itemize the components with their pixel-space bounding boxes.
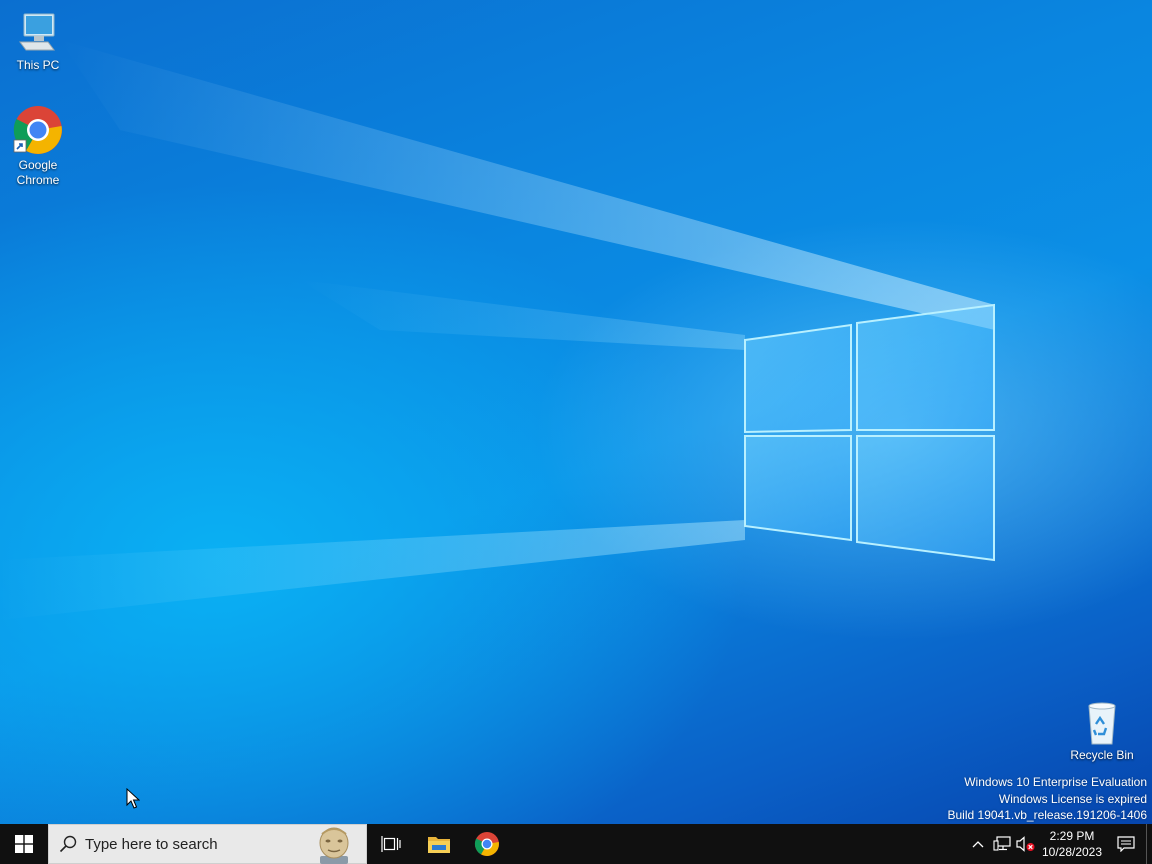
search-highlight-icon[interactable] xyxy=(314,826,354,864)
network-icon xyxy=(993,836,1011,851)
task-view-button[interactable] xyxy=(367,824,415,864)
watermark-edition: Windows 10 Enterprise Evaluation xyxy=(964,775,1147,789)
start-button[interactable] xyxy=(0,824,48,864)
this-pc-icon xyxy=(19,13,55,51)
recycle-bin-icon xyxy=(1088,702,1116,745)
network-button[interactable] xyxy=(990,824,1014,864)
clock-time: 2:29 PM xyxy=(1049,829,1095,843)
desktop-icon-label: This PC xyxy=(16,58,60,72)
search-icon xyxy=(59,835,77,853)
notification-icon xyxy=(1117,836,1135,852)
action-center-button[interactable] xyxy=(1106,824,1146,864)
desktop-icon-label: Recycle Bin xyxy=(1070,748,1134,762)
mouse-cursor-icon xyxy=(126,788,140,809)
show-hidden-icons-button[interactable] xyxy=(966,824,990,864)
volume-muted-icon xyxy=(1016,836,1035,852)
chrome-taskbar-button[interactable] xyxy=(463,824,511,864)
folder-icon xyxy=(428,837,450,853)
clock-date: 10/28/2023 xyxy=(1041,845,1103,859)
volume-button[interactable] xyxy=(1014,824,1038,864)
taskbar: Type here to search 2:29 PM 10/28/2023 xyxy=(0,824,1152,864)
windows-logo-wallpaper xyxy=(744,303,995,562)
taskbar-clock[interactable]: 2:29 PM 10/28/2023 xyxy=(1038,828,1106,860)
desktop-icon-this-pc[interactable]: This PC xyxy=(0,8,76,73)
task-view-icon xyxy=(381,836,401,852)
chrome-icon xyxy=(13,106,62,154)
file-explorer-button[interactable] xyxy=(415,824,463,864)
chevron-up-icon xyxy=(972,841,984,848)
watermark-build: Build 19041.vb_release.191206-1406 xyxy=(947,808,1148,822)
watermark-license: Windows License is expired xyxy=(998,791,1147,806)
system-tray: 2:29 PM 10/28/2023 xyxy=(966,824,1152,864)
desktop-icon-recycle-bin[interactable]: Recycle Bin xyxy=(1064,700,1140,763)
windows-logo-icon xyxy=(15,835,33,853)
search-placeholder: Type here to search xyxy=(85,835,218,853)
desktop-icon-label: Google Chrome xyxy=(16,158,60,187)
show-desktop-button[interactable] xyxy=(1146,824,1152,864)
windows-activation-watermark: Windows 10 Enterprise Evaluation Windows… xyxy=(948,774,1148,824)
desktop[interactable]: This PC Google Chrome Recycle Bin Window… xyxy=(0,0,1152,824)
desktop-icon-google-chrome[interactable]: Google Chrome xyxy=(0,104,76,188)
chrome-icon xyxy=(474,832,499,856)
taskbar-search-box[interactable]: Type here to search xyxy=(48,824,367,864)
